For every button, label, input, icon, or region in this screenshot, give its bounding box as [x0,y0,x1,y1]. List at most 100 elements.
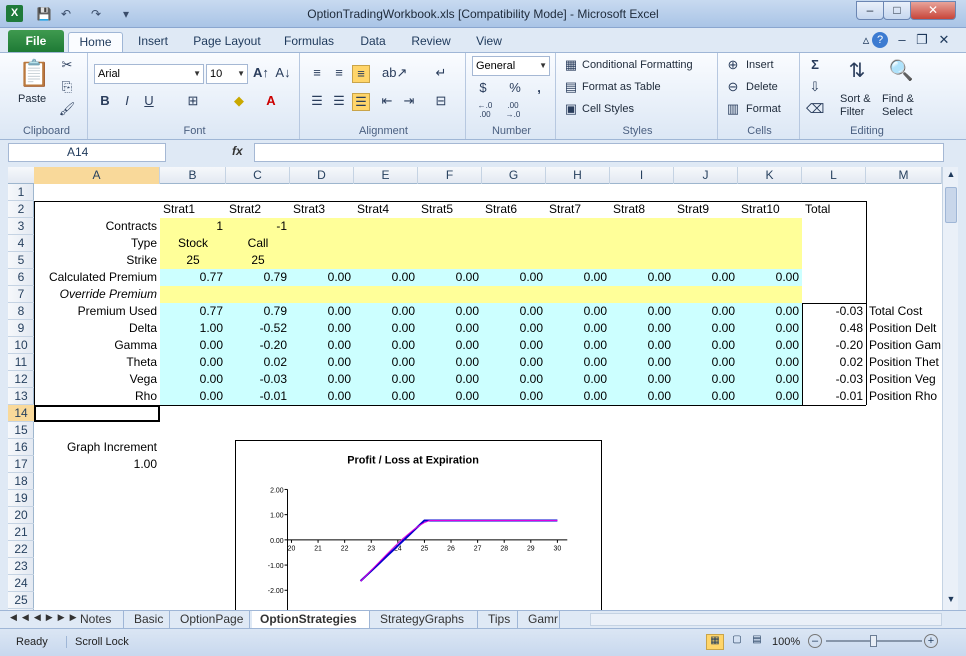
rho-value[interactable]: 0.00 [674,388,738,405]
rho-value[interactable]: -0.01 [226,388,290,405]
row-header-3[interactable]: 3 [8,218,34,235]
scroll-up-icon[interactable]: ▲ [945,169,957,181]
row-header-14[interactable]: 14 [8,405,34,422]
minimize-button[interactable]: – [856,1,884,20]
header-strat10[interactable]: Strat10 [738,201,802,218]
chevron-down-icon[interactable]: ▼ [193,65,201,83]
used-value[interactable]: 0.00 [546,303,610,320]
format-as-table-icon[interactable]: ▤ [562,79,580,97]
worksheet-grid[interactable]: ABCDEFGHIJKLM 1 2 3 4 5 6 7 8 9 10 11 12 13 14 15 16 17 1… [8,167,942,610]
font-color-icon[interactable]: A [262,93,280,111]
type-value[interactable]: Stock [160,235,226,252]
column-header-b[interactable]: B [160,167,226,184]
gamma-value[interactable]: 0.00 [546,337,610,354]
rho-value[interactable]: 0.00 [546,388,610,405]
calc-value[interactable]: 0.00 [674,269,738,286]
calc-value[interactable]: 0.79 [226,269,290,286]
used-value[interactable]: 0.77 [160,303,226,320]
wrap-text-icon[interactable]: ↵ [432,65,450,83]
row-header-24[interactable]: 24 [8,575,34,592]
gamma-value[interactable]: -0.20 [226,337,290,354]
align-right-icon[interactable]: ☰ [352,93,370,111]
align-bottom-icon[interactable]: ≡ [352,65,370,83]
gamma-value[interactable]: 0.00 [674,337,738,354]
delta-value[interactable]: 0.00 [738,320,802,337]
vega-value[interactable]: -0.03 [802,371,866,388]
gamma-value[interactable]: 0.00 [354,337,418,354]
gamma-value[interactable]: 0.00 [482,337,546,354]
row-header-10[interactable]: 10 [8,337,34,354]
sheet-tab-gamr[interactable]: Gamr [520,611,560,628]
sheet-tab-basic[interactable]: Basic [126,611,170,628]
vega-value[interactable]: 0.00 [738,371,802,388]
rho-value[interactable]: 0.00 [738,388,802,405]
graph-increment-value[interactable]: 1.00 [34,456,160,473]
header-strat5[interactable]: Strat5 [418,201,482,218]
row-header-15[interactable]: 15 [8,422,34,439]
gamma-value[interactable]: 0.00 [418,337,482,354]
cell-styles-button[interactable]: Cell Styles [582,103,634,115]
rho-value[interactable]: 0.00 [160,388,226,405]
label-used[interactable]: Premium Used [34,303,160,320]
theta-value[interactable]: 0.00 [482,354,546,371]
theta-value[interactable]: 0.00 [160,354,226,371]
gamma-value[interactable]: 0.00 [160,337,226,354]
normal-view-icon[interactable]: ▦ [706,634,724,650]
align-middle-icon[interactable]: ≡ [330,65,348,83]
row-header-13[interactable]: 13 [8,388,34,405]
scroll-thumb[interactable] [945,187,957,223]
calc-value[interactable]: 0.00 [610,269,674,286]
align-center-icon[interactable]: ☰ [330,93,348,111]
gamma-value[interactable]: 0.00 [290,337,354,354]
fill-icon[interactable]: ⇩ [806,79,824,97]
used-value[interactable]: -0.03 [802,303,866,320]
used-value[interactable]: 0.79 [226,303,290,320]
delta-value[interactable]: 0.00 [418,320,482,337]
cut-icon[interactable]: ✂ [58,57,76,75]
insert-cells-icon[interactable]: ⊕ [724,57,742,75]
header-strat4[interactable]: Strat4 [354,201,418,218]
fill-color-icon[interactable]: ◆ [230,93,248,111]
column-header-d[interactable]: D [290,167,354,184]
paste-button[interactable]: Paste [18,93,46,105]
format-as-table-button[interactable]: Format as Table [582,81,661,93]
label-strike[interactable]: Strike [34,252,160,269]
theta-value[interactable]: 0.00 [738,354,802,371]
delta-value[interactable]: 0.00 [610,320,674,337]
row-header-20[interactable]: 20 [8,507,34,524]
label-override[interactable]: Override Premium [34,286,160,303]
row-header-22[interactable]: 22 [8,541,34,558]
row-header-7[interactable]: 7 [8,286,34,303]
insert-cells-button[interactable]: Insert [746,59,774,71]
theta-value[interactable]: 0.00 [290,354,354,371]
conditional-formatting-icon[interactable]: ▦ [562,57,580,75]
wb-close-icon[interactable]: ✕ [936,32,952,48]
label-calc[interactable]: Calculated Premium [34,269,160,286]
calc-value[interactable]: 0.77 [160,269,226,286]
label-gamma[interactable]: Gamma [34,337,160,354]
gamma-value[interactable]: -0.20 [802,337,866,354]
italic-button[interactable]: I [118,93,136,111]
vega-value[interactable]: 0.00 [610,371,674,388]
align-top-icon[interactable]: ≡ [308,65,326,83]
rho-value[interactable]: 0.00 [354,388,418,405]
wb-minimize-icon[interactable]: – [894,32,910,48]
label-theta[interactable]: Theta [34,354,160,371]
underline-button[interactable]: U [140,93,158,111]
delta-value[interactable]: 0.00 [290,320,354,337]
row-header-23[interactable]: 23 [8,558,34,575]
row-header-4[interactable]: 4 [8,235,34,252]
label-graph-increment[interactable]: Graph Increment [34,439,160,456]
format-cells-button[interactable]: Format [746,103,781,115]
calc-value[interactable]: 0.00 [290,269,354,286]
vega-value[interactable]: 0.00 [160,371,226,388]
used-value[interactable]: 0.00 [418,303,482,320]
row-header-5[interactable]: 5 [8,252,34,269]
horizontal-scrollbar[interactable] [590,613,942,626]
format-cells-icon[interactable]: ▥ [724,101,742,119]
vertical-scrollbar[interactable]: ▲ ▼ [942,167,958,610]
rho-value[interactable]: 0.00 [418,388,482,405]
vega-value[interactable]: 0.00 [290,371,354,388]
header-strat6[interactable]: Strat6 [482,201,546,218]
column-header-h[interactable]: H [546,167,610,184]
